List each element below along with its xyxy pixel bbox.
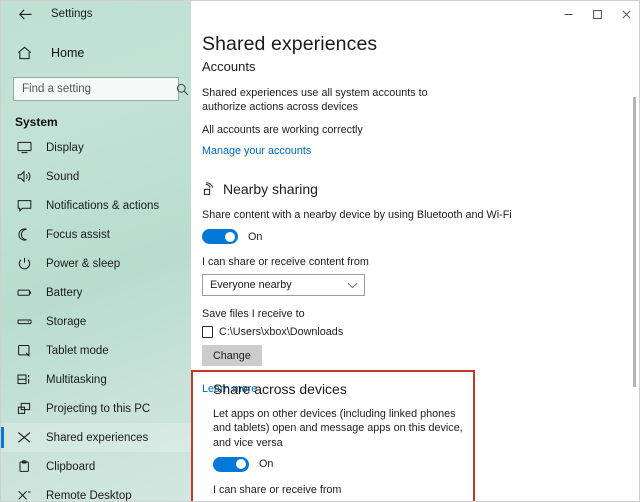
change-button[interactable]: Change [202,345,262,366]
sidebar: Settings Home System [1,1,191,502]
share-across-devices-section: Share across devices Let apps on other d… [202,370,639,501]
title-bar: Settings [1,1,191,27]
nearby-sharing-toggle-state: On [248,230,263,243]
speaker-icon [15,167,34,186]
save-path-value: C:\Users\xbox\Downloads [219,326,344,338]
save-files-label: Save files I receive to [202,308,305,320]
sidebar-item-battery[interactable]: Battery [1,278,191,307]
sidebar-item-label: Shared experiences [46,431,149,444]
sidebar-item-multitasking[interactable]: Multitasking [1,365,191,394]
window-controls [554,1,639,27]
nearby-sharing-description: Share content with a nearby device by us… [202,208,512,221]
nearby-sharing-toggle[interactable] [202,229,238,244]
accounts-heading: Accounts [202,59,256,74]
nearby-sharing-toggle-row: On [202,229,639,244]
sidebar-item-remote-desktop[interactable]: Remote Desktop [1,481,191,502]
app-title: Settings [51,8,93,20]
search-box[interactable] [13,77,189,101]
sidebar-item-focus-assist[interactable]: Focus assist [1,220,191,249]
sidebar-item-shared-experiences[interactable]: Shared experiences [1,423,191,452]
sidebar-item-home[interactable]: Home [1,39,191,67]
share-across-description: Let apps on other devices (including lin… [213,408,463,449]
page-title: Shared experiences [202,33,378,55]
sidebar-section-title: System [15,115,58,129]
nearby-sharing-heading: Nearby sharing [223,181,318,198]
share-across-heading-row: Share across devices [213,381,639,397]
sidebar-item-label: Storage [46,315,87,328]
toggle-knob [236,459,246,470]
projecting-icon [15,399,34,418]
main-content: Shared experiences Accounts Shared exper… [191,1,639,501]
nearby-sharing-source-label: I can share or receive content from [202,256,369,268]
sidebar-item-label: Battery [46,286,83,299]
nearby-sharing-source-value: Everyone nearby [210,279,292,291]
multitasking-icon [15,370,34,389]
close-button[interactable] [612,1,639,27]
sidebar-item-clipboard[interactable]: Clipboard [1,452,191,481]
share-across-toggle-state: On [259,458,274,471]
home-label: Home [51,46,85,60]
sidebar-item-notifications[interactable]: Notifications & actions [1,191,191,220]
notification-icon [15,196,34,215]
search-input[interactable] [14,83,176,95]
sidebar-item-power-sleep[interactable]: Power & sleep [1,249,191,278]
maximize-button[interactable] [583,1,612,27]
sidebar-item-label: Power & sleep [46,257,121,270]
folder-icon [202,326,213,338]
accounts-description: Shared experiences use all system accoun… [202,87,428,114]
nearby-sharing-heading-row: Nearby sharing [202,181,639,198]
sidebar-item-display[interactable]: Display [1,133,191,162]
sidebar-nav-list: Display Sound Notifications & actions Fo… [1,133,191,502]
minimize-button[interactable] [554,1,583,27]
share-across-source-label: I can share or receive from [213,483,342,496]
monitor-icon [15,138,34,157]
sidebar-item-label: Tablet mode [46,344,109,357]
sidebar-item-label: Remote Desktop [46,489,132,502]
toggle-knob [225,231,235,242]
sidebar-item-tablet-mode[interactable]: Tablet mode [1,336,191,365]
sidebar-item-label: Projecting to this PC [46,402,151,415]
share-across-heading: Share across devices [213,381,347,397]
sidebar-item-sound[interactable]: Sound [1,162,191,191]
storage-icon [15,312,34,331]
remote-desktop-icon [15,486,34,501]
clipboard-icon [15,457,34,476]
power-icon [15,254,34,273]
sidebar-item-label: Clipboard [46,460,96,473]
back-arrow-icon[interactable] [15,4,35,24]
share-across-toggle[interactable] [213,456,249,472]
battery-icon [15,283,34,302]
sidebar-item-projecting[interactable]: Projecting to this PC [1,394,191,423]
save-path-row: C:\Users\xbox\Downloads [202,326,639,338]
home-icon [15,44,34,63]
share-icon [202,181,219,198]
sidebar-item-label: Focus assist [46,228,110,241]
sidebar-item-label: Notifications & actions [46,199,160,212]
sidebar-item-label: Multitasking [46,373,107,386]
sidebar-item-label: Display [46,141,84,154]
manage-accounts-link[interactable]: Manage your accounts [202,145,311,157]
sidebar-item-storage[interactable]: Storage [1,307,191,336]
settings-window: Settings Home System [0,0,640,502]
share-across-toggle-row: On [213,456,639,472]
chevron-down-icon [347,276,358,294]
tablet-icon [15,341,34,360]
shared-experiences-icon [15,428,34,447]
search-icon[interactable] [176,83,189,96]
sidebar-item-label: Sound [46,170,80,183]
accounts-status: All accounts are working correctly [202,123,363,136]
nearby-sharing-source-dropdown[interactable]: Everyone nearby [202,274,365,296]
moon-icon [15,225,34,244]
